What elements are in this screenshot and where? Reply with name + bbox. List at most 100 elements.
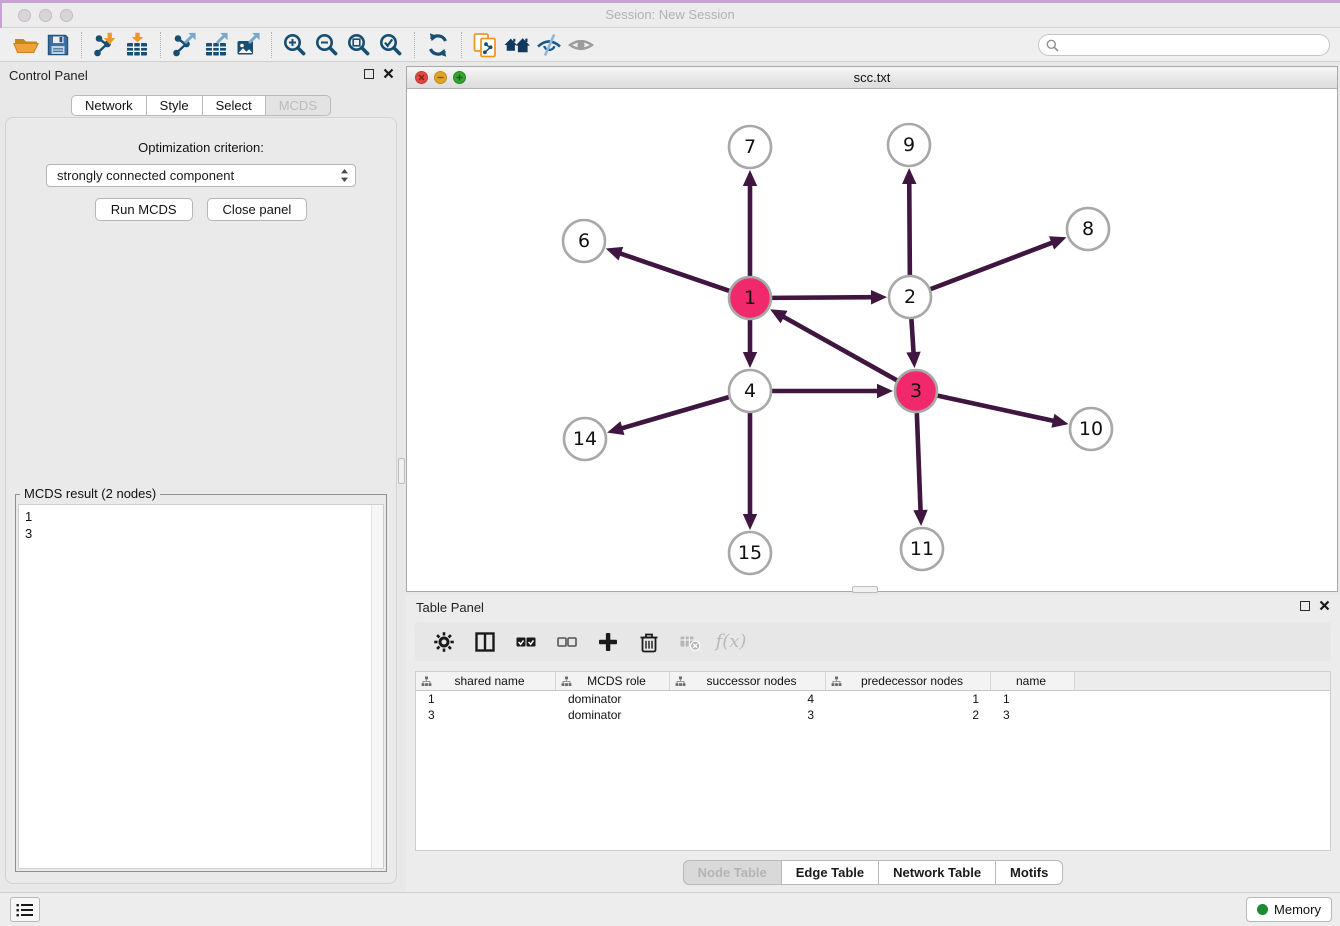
tab-edge-table[interactable]: Edge Table bbox=[782, 860, 879, 885]
table-row[interactable]: 1dominator411 bbox=[416, 691, 1330, 707]
cell-mcds-role[interactable]: dominator bbox=[556, 691, 670, 707]
tab-network[interactable]: Network bbox=[71, 95, 147, 116]
export-image-icon[interactable] bbox=[232, 30, 264, 60]
toolbar-separator bbox=[461, 32, 462, 58]
svg-text:10: 10 bbox=[1079, 418, 1103, 440]
graph-edge-2-3[interactable] bbox=[906, 319, 920, 368]
network-canvas[interactable]: 7 9 6 8 1 2 4 3 14 10 15 11 bbox=[407, 89, 1337, 591]
column-header-name[interactable]: name bbox=[991, 672, 1075, 690]
cell-shared-name[interactable]: 3 bbox=[416, 707, 556, 723]
cell-successor-nodes[interactable]: 3 bbox=[670, 707, 826, 723]
column-header-mcds-role[interactable]: MCDS role bbox=[556, 672, 670, 690]
mcds-result-title: MCDS result (2 nodes) bbox=[20, 486, 160, 501]
panel-splitter-grip[interactable] bbox=[398, 458, 405, 484]
graph-node-9[interactable]: 9 bbox=[888, 124, 930, 166]
search-box[interactable] bbox=[1038, 34, 1330, 56]
column-header-shared-name[interactable]: shared name bbox=[416, 672, 556, 690]
graph-edge-4-3[interactable] bbox=[772, 384, 893, 398]
add-column-icon[interactable] bbox=[595, 629, 621, 655]
graph-edge-1-4[interactable] bbox=[743, 320, 757, 368]
cell-predecessor-nodes[interactable]: 1 bbox=[826, 691, 991, 707]
network-graph: 7 9 6 8 1 2 4 3 14 10 15 11 bbox=[407, 89, 1337, 591]
optimization-dropdown[interactable]: strongly connected component bbox=[46, 164, 356, 187]
tab-motifs[interactable]: Motifs bbox=[996, 860, 1063, 885]
cell-predecessor-nodes[interactable]: 2 bbox=[826, 707, 991, 723]
graph-edge-1-2[interactable] bbox=[772, 290, 887, 304]
tab-network-table[interactable]: Network Table bbox=[879, 860, 996, 885]
clone-network-icon[interactable] bbox=[469, 30, 501, 60]
cell-successor-nodes[interactable]: 4 bbox=[670, 691, 826, 707]
import-network-icon[interactable] bbox=[89, 30, 121, 60]
graph-node-15[interactable]: 15 bbox=[729, 532, 771, 574]
cell-name[interactable]: 3 bbox=[991, 707, 1075, 723]
graph-node-4[interactable]: 4 bbox=[729, 370, 771, 412]
graph-node-7[interactable]: 7 bbox=[729, 126, 771, 168]
import-table-icon[interactable] bbox=[121, 30, 153, 60]
column-header-successor-nodes[interactable]: successor nodes bbox=[670, 672, 826, 690]
close-panel-icon[interactable] bbox=[383, 68, 394, 79]
graph-node-6[interactable]: 6 bbox=[563, 220, 605, 262]
settings-gear-icon[interactable] bbox=[431, 629, 457, 655]
graph-node-10[interactable]: 10 bbox=[1070, 408, 1112, 450]
canvas-splitter-grip[interactable] bbox=[852, 586, 878, 593]
zoom-fit-icon[interactable] bbox=[343, 30, 375, 60]
run-mcds-button[interactable]: Run MCDS bbox=[95, 198, 193, 221]
cell-shared-name[interactable]: 1 bbox=[416, 691, 556, 707]
mcds-panel: Optimization criterion: strongly connect… bbox=[5, 117, 397, 884]
columns-icon[interactable] bbox=[472, 629, 498, 655]
tab-mcds[interactable]: MCDS bbox=[266, 95, 331, 116]
table-header-row: shared nameMCDS rolesuccessor nodesprede… bbox=[416, 672, 1330, 691]
graph-edge-1-7[interactable] bbox=[743, 170, 757, 276]
graph-edge-4-15[interactable] bbox=[743, 413, 757, 530]
export-table-icon[interactable] bbox=[200, 30, 232, 60]
toolbar-separator bbox=[414, 32, 415, 58]
network-view-window: scc.txt 7 9 6 8 1 2 4 3 14 10 15 11 bbox=[406, 66, 1338, 592]
tab-style[interactable]: Style bbox=[147, 95, 203, 116]
close-table-panel-icon[interactable] bbox=[1319, 600, 1330, 611]
zoom-selected-icon[interactable] bbox=[375, 30, 407, 60]
graph-node-2[interactable]: 2 bbox=[889, 276, 931, 318]
function-builder-icon: f(x) bbox=[718, 629, 744, 655]
close-panel-button[interactable]: Close panel bbox=[207, 198, 308, 221]
result-scrollbar[interactable] bbox=[371, 505, 383, 868]
graph-edge-2-9[interactable] bbox=[902, 168, 916, 275]
export-network-icon[interactable] bbox=[168, 30, 200, 60]
cell-mcds-role[interactable]: dominator bbox=[556, 707, 670, 723]
graph-edge-1-6[interactable] bbox=[606, 247, 729, 291]
graph-edge-3-1[interactable] bbox=[770, 309, 897, 380]
float-table-panel-icon[interactable] bbox=[1300, 601, 1310, 611]
header-filler bbox=[1075, 672, 1330, 690]
hide-selected-icon[interactable] bbox=[533, 30, 565, 60]
open-folder-icon[interactable] bbox=[10, 30, 42, 60]
save-session-icon[interactable] bbox=[42, 30, 74, 60]
select-all-icon[interactable] bbox=[513, 629, 539, 655]
cell-name[interactable]: 1 bbox=[991, 691, 1075, 707]
tab-select[interactable]: Select bbox=[203, 95, 266, 116]
graph-edge-4-14[interactable] bbox=[607, 397, 729, 435]
graph-node-14[interactable]: 14 bbox=[564, 418, 606, 460]
column-header-predecessor-nodes[interactable]: predecessor nodes bbox=[826, 672, 991, 690]
task-history-button[interactable] bbox=[10, 897, 40, 922]
toolbar-separator bbox=[160, 32, 161, 58]
refresh-icon[interactable] bbox=[422, 30, 454, 60]
show-all-icon[interactable] bbox=[565, 30, 597, 60]
graph-node-1[interactable]: 1 bbox=[729, 277, 771, 319]
search-input[interactable] bbox=[1063, 36, 1329, 54]
graph-edge-3-11[interactable] bbox=[913, 413, 927, 526]
network-window-titlebar[interactable]: scc.txt bbox=[407, 67, 1337, 89]
graph-edge-2-8[interactable] bbox=[931, 236, 1067, 289]
delete-column-icon[interactable] bbox=[636, 629, 662, 655]
table-row[interactable]: 3dominator323 bbox=[416, 707, 1330, 723]
zoom-in-icon[interactable] bbox=[279, 30, 311, 60]
memory-button[interactable]: Memory bbox=[1246, 897, 1332, 922]
deselect-all-icon[interactable] bbox=[554, 629, 580, 655]
graph-node-11[interactable]: 11 bbox=[901, 528, 943, 570]
graph-node-3[interactable]: 3 bbox=[895, 370, 937, 412]
float-panel-icon[interactable] bbox=[364, 69, 374, 79]
graph-edge-3-10[interactable] bbox=[937, 396, 1068, 428]
graph-node-8[interactable]: 8 bbox=[1067, 208, 1109, 250]
tab-node-table[interactable]: Node Table bbox=[683, 860, 782, 885]
zoom-out-icon[interactable] bbox=[311, 30, 343, 60]
mcds-result-area[interactable]: 1 3 bbox=[18, 504, 384, 869]
home-icon[interactable] bbox=[501, 30, 533, 60]
